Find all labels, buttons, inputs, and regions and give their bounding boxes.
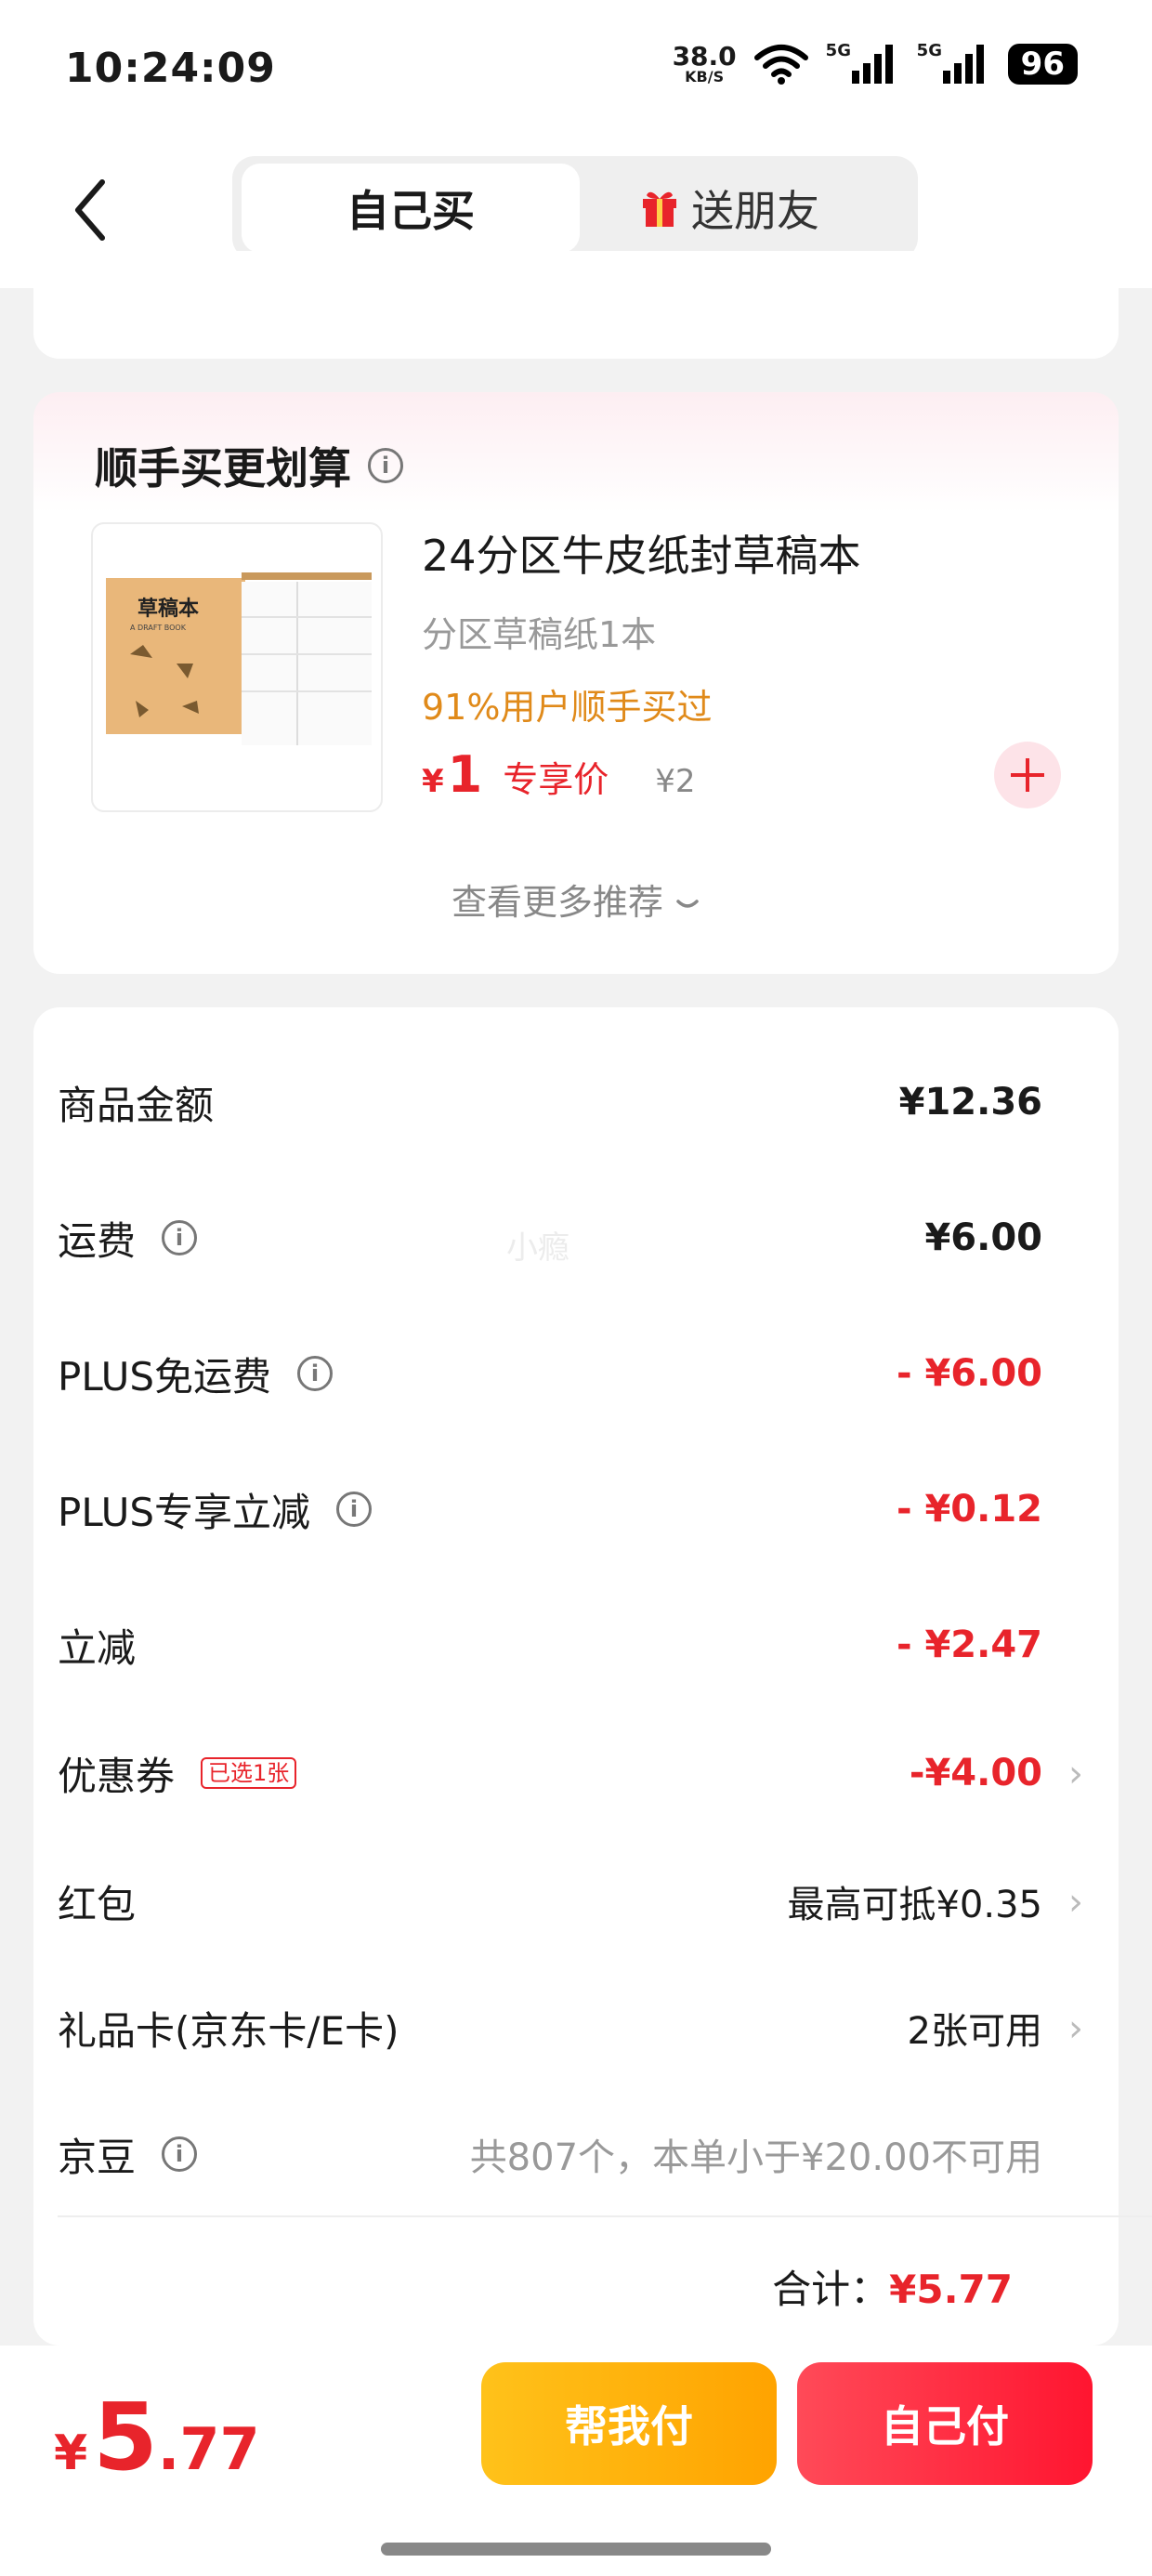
status-bar: 10:24:09 38.0 KB/S 5G 5G 96	[0, 0, 1152, 139]
chevron-down-icon	[676, 900, 699, 908]
product-name[interactable]: 24分区牛皮纸封草稿本	[422, 522, 861, 584]
row-plus-discount: PLUS专享立减 i - ¥0.12	[58, 1488, 1042, 1535]
product-price-row: ¥ 1 专享价 ¥2	[422, 745, 696, 804]
gift-icon	[643, 191, 676, 227]
pay-self-button[interactable]: 自己付	[797, 2362, 1093, 2485]
thumb-title: 草稿本	[137, 597, 199, 621]
row-coupon[interactable]: 优惠券 已选1张 -¥4.00 ›	[58, 1745, 1083, 1801]
chevron-right-icon: ›	[1068, 2007, 1083, 2050]
original-price: ¥2	[655, 763, 696, 800]
tab-buy-self[interactable]: 自己买	[242, 164, 580, 253]
row-jd-beans: 京豆 i 共807个，本单小于¥20.00不可用	[58, 2134, 1042, 2180]
row-goods-amount: 商品金额 ¥12.36	[58, 1081, 1042, 1128]
info-icon[interactable]: i	[368, 448, 403, 483]
row-plus-free-shipping: PLUS免运费 i - ¥6.00	[58, 1352, 1042, 1400]
net-speed: 38.0 KB/S	[672, 41, 737, 85]
product-thumbnail[interactable]: 草稿本 A DRAFT BOOK	[91, 522, 383, 812]
signal-icon-sim1: 5G	[826, 41, 900, 85]
info-icon[interactable]: i	[162, 1220, 198, 1255]
signal-icon-sim2: 5G	[917, 41, 991, 85]
order-total: 合计： ¥5.77	[772, 2267, 1013, 2312]
chevron-right-icon: ›	[1068, 1881, 1083, 1924]
purchase-mode-switch: 自己买 送朋友	[232, 156, 918, 260]
wifi-icon	[753, 45, 808, 85]
back-arrow-icon[interactable]	[65, 173, 121, 247]
coupon-selected-badge: 已选1张	[201, 1757, 297, 1789]
info-icon[interactable]: i	[162, 2136, 198, 2172]
chevron-right-icon: ›	[1068, 1753, 1083, 1795]
recommend-card: 顺手买更划算 i 草稿本 A DRAFT BOOK 24分区牛皮纸封草稿本 分区…	[33, 392, 1119, 974]
more-recommend-link[interactable]: 查看更多推荐	[33, 874, 1119, 925]
watermark-text: 小瘾	[506, 1229, 569, 1267]
battery-indicator: 96	[1007, 44, 1078, 85]
product-price: 1	[447, 745, 483, 804]
recommend-title: 顺手买更划算 i	[95, 435, 403, 496]
checkout-bar: ¥ 5 .77 帮我付 自己付	[0, 2346, 1152, 2576]
row-instant-discount: 立减 - ¥2.47	[58, 1623, 1042, 1671]
product-popularity: 91%用户顺手买过	[422, 687, 713, 728]
tab-gift-friend[interactable]: 送朋友	[641, 164, 819, 253]
home-indicator	[381, 2543, 771, 2556]
row-red-packet[interactable]: 红包 最高可抵¥0.35 ›	[58, 1873, 1083, 1929]
info-icon[interactable]: i	[297, 1356, 334, 1391]
divider	[58, 2215, 1152, 2217]
info-icon[interactable]: i	[336, 1492, 373, 1527]
row-gift-card[interactable]: 礼品卡(京东卡/E卡) 2张可用 ›	[58, 2000, 1083, 2056]
clock: 10:24:09	[65, 45, 276, 92]
thumb-subtitle: A DRAFT BOOK	[130, 624, 187, 632]
add-to-order-button[interactable]	[994, 742, 1061, 808]
status-icons: 38.0 KB/S 5G 5G 96	[672, 41, 1078, 85]
product-spec: 分区草稿纸1本	[422, 614, 657, 655]
ask-friend-pay-button[interactable]: 帮我付	[481, 2362, 777, 2485]
previous-section-card	[33, 251, 1119, 359]
exclusive-price-tag: 专享价	[503, 759, 609, 800]
pay-amount: ¥ 5 .77	[54, 2383, 260, 2491]
